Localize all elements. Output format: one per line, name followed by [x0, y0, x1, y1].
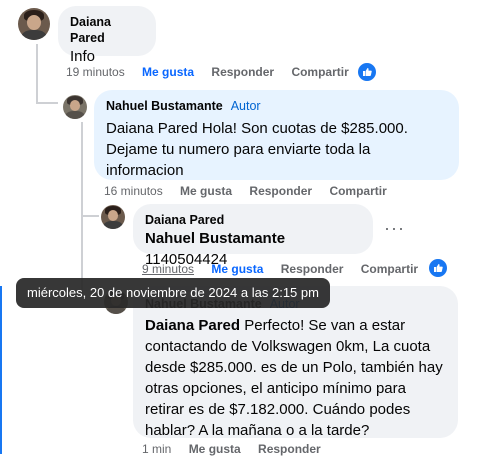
comment-actions: 19 minutos Me gusta Responder Compartir	[66, 64, 363, 80]
reply-button[interactable]: Responder	[211, 65, 274, 79]
like-button[interactable]: Me gusta	[211, 262, 263, 276]
comment-author[interactable]: Daiana Pared	[145, 212, 361, 228]
thread-line-curve-2	[81, 215, 99, 217]
timestamp-tooltip: miércoles, 20 de noviembre de 2024 a las…	[16, 278, 330, 308]
thread-line-main	[36, 44, 38, 104]
comment-actions: 16 minutos Me gusta Responder Compartir	[104, 183, 401, 199]
timestamp-link[interactable]: 19 minutos	[66, 65, 125, 79]
reply-button[interactable]: Responder	[249, 184, 312, 198]
mention-link[interactable]: Nahuel Bustamante	[145, 230, 285, 247]
author-badge: Autor	[230, 99, 261, 113]
comment-author[interactable]: Nahuel Bustamante	[106, 99, 223, 113]
like-button[interactable]: Me gusta	[142, 65, 194, 79]
avatar-nahuel[interactable]	[63, 95, 87, 119]
like-button[interactable]: Me gusta	[180, 184, 232, 198]
comment-bubble: Daiana Pared Nahuel Bustamante 114050442…	[133, 204, 373, 268]
comment-text: Perfecto! Se van a estar contactando de …	[145, 317, 443, 439]
comment-bubble: Nahuel Bustamante Autor Daiana Pared Hola…	[94, 90, 459, 180]
like-thumb-icon[interactable]	[356, 61, 378, 83]
mention-link[interactable]: Daiana Pared	[145, 317, 240, 334]
avatar-daiana[interactable]	[101, 205, 125, 229]
share-button[interactable]: Compartir	[291, 65, 348, 79]
share-button[interactable]: Compartir	[361, 262, 418, 276]
comment-actions: 1 min Me gusta Responder	[142, 441, 335, 457]
thread-line-sub	[81, 122, 83, 217]
comment-bubble: Nahuel BustamanteAutor Daiana Pared Perf…	[133, 286, 458, 439]
timestamp-link[interactable]: 9 minutos	[142, 262, 194, 276]
share-button[interactable]: Compartir	[329, 184, 386, 198]
reply-button[interactable]: Responder	[281, 262, 344, 276]
timestamp-link[interactable]: 16 minutos	[104, 184, 163, 198]
focus-indicator	[0, 286, 2, 454]
more-options-icon[interactable]: ···	[384, 218, 405, 239]
comment-actions: 9 minutos Me gusta Responder Compartir	[142, 261, 432, 277]
comment-author[interactable]: Daiana Pared	[70, 14, 144, 46]
avatar-daiana[interactable]	[18, 8, 50, 40]
comment-bubble: Daiana Pared Info	[58, 6, 156, 65]
comment-text: Daiana Pared Hola! Son cuotas de $285.00…	[106, 120, 408, 179]
thread-line-curve-1	[36, 102, 58, 104]
like-thumb-icon[interactable]	[427, 257, 449, 279]
